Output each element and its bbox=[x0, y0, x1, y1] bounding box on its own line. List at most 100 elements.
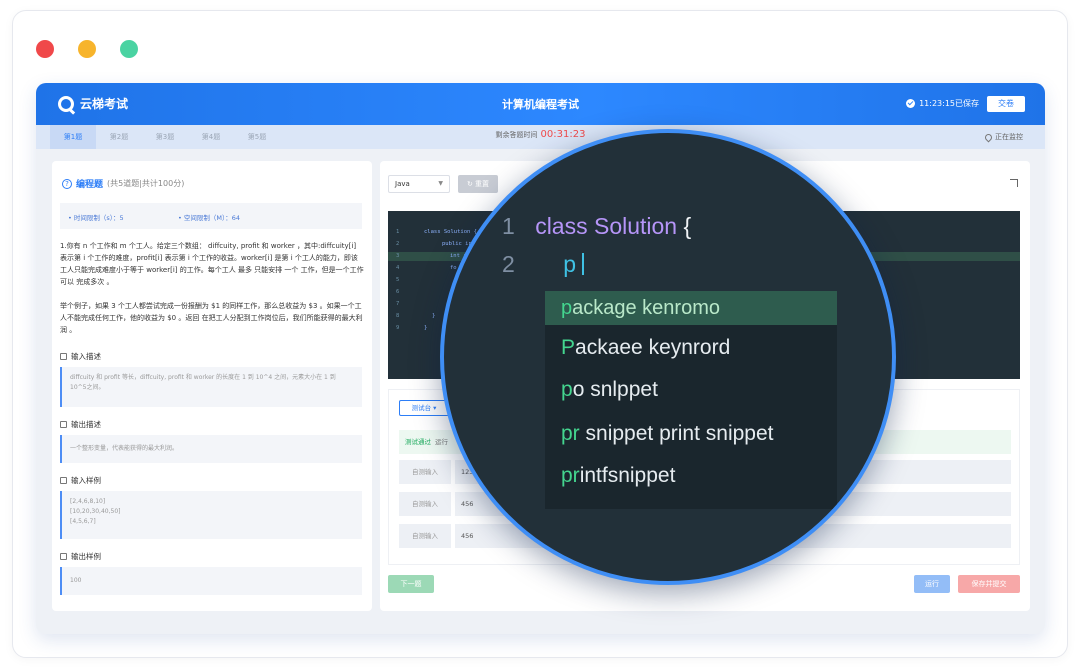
submit-exam-button[interactable]: 交卷 bbox=[987, 96, 1025, 112]
line-number: 5 bbox=[396, 277, 400, 283]
line-number: 2 bbox=[396, 241, 400, 247]
close-window-button[interactable] bbox=[36, 40, 54, 58]
text-cursor bbox=[581, 253, 584, 275]
line-number: 1 bbox=[396, 229, 400, 235]
test-input-label: 自测输入 bbox=[399, 460, 451, 484]
output-sample-title: 输出样例 bbox=[60, 551, 101, 562]
suggestion-text: snippet print snippet bbox=[579, 422, 774, 445]
monitor-status: 正在监控 bbox=[983, 132, 1023, 142]
match-text: p bbox=[561, 297, 573, 319]
input-sample-title: 输入样例 bbox=[60, 475, 101, 486]
section-title-text: 输出描述 bbox=[71, 420, 101, 429]
remaining-time: 剩余答题时间 00:31:23 bbox=[36, 129, 1045, 140]
suggestion-text: ackage kenromo bbox=[572, 297, 720, 319]
section-icon bbox=[60, 477, 67, 484]
description-paragraph: 1.你有 n 个工作和 m 个工人。给定三个数组： diffcuity, pro… bbox=[60, 242, 364, 286]
input-desc-title: 输入描述 bbox=[60, 351, 101, 362]
pass-label: 测试通过 bbox=[405, 438, 431, 446]
space-limit: • 空间限制（M）：64 bbox=[178, 214, 241, 222]
top-bar: 云梯考试 计算机编程考试 11:23:15已保存 交卷 bbox=[36, 83, 1045, 125]
autocomplete-item[interactable]: Packaee keynrord bbox=[545, 329, 837, 367]
section-title-text: 输入描述 bbox=[71, 352, 101, 361]
autocomplete-item[interactable]: printfsnippet bbox=[545, 457, 837, 495]
question-meta: (共5道题|共计100分) bbox=[107, 179, 185, 188]
brace: { bbox=[683, 213, 692, 239]
match-text: p bbox=[561, 378, 573, 401]
sample-line: [10,20,30,40,50] bbox=[70, 508, 121, 515]
time-limit: • 时间限制（s）：5 bbox=[68, 214, 124, 222]
line-number: 6 bbox=[396, 289, 400, 295]
code-line: fo bbox=[450, 265, 457, 271]
match-text: P bbox=[561, 336, 576, 359]
save-submit-button[interactable]: 保存并提交 bbox=[958, 575, 1020, 593]
maximize-window-button[interactable] bbox=[120, 40, 138, 58]
sample-line: [2,4,6,8,10] bbox=[70, 498, 106, 505]
class-name: Solution bbox=[593, 213, 678, 239]
output-desc-box: 一个整形变量，代表能获得的最大利润。 bbox=[60, 435, 362, 463]
limits-box: • 时间限制（s）：5 • 空间限制（M）：64 bbox=[60, 203, 362, 229]
code-line: class Solution { bbox=[424, 229, 477, 235]
line-number: 7 bbox=[396, 301, 400, 307]
section-icon bbox=[60, 353, 67, 360]
minimize-window-button[interactable] bbox=[78, 40, 96, 58]
typed-text: p bbox=[563, 251, 576, 277]
line-number: 3 bbox=[396, 253, 400, 259]
suggestion-text: ackaee keynrord bbox=[575, 336, 731, 359]
check-circle-icon bbox=[906, 99, 916, 108]
caret-down-icon: ▼ bbox=[438, 180, 443, 187]
exam-title: 计算机编程考试 bbox=[502, 98, 579, 111]
zoomed-code-line-2: 2 p bbox=[502, 251, 584, 278]
next-question-button[interactable]: 下一题 bbox=[388, 575, 434, 593]
section-title-text: 输出样例 bbox=[71, 552, 101, 561]
autocomplete-list: package kenromo Packaee keynrord po snlp… bbox=[545, 291, 837, 509]
section-icon bbox=[60, 421, 67, 428]
location-pin-icon bbox=[983, 132, 994, 142]
keyword: class bbox=[535, 213, 588, 239]
monitor-text: 正在监控 bbox=[995, 133, 1023, 141]
autocomplete-item[interactable]: pr snippet print snippet bbox=[545, 415, 837, 453]
window-controls bbox=[36, 40, 138, 58]
line-number: 9 bbox=[396, 325, 400, 331]
test-input-label: 自测输入 bbox=[399, 492, 451, 516]
reset-label: 重置 bbox=[475, 180, 490, 188]
test-input-label: 自测输入 bbox=[399, 524, 451, 548]
question-tab-bar: 第1题 第2题 第3题 第4题 第5题 剩余答题时间 00:31:23 正在监控 bbox=[36, 125, 1045, 149]
description-paragraph: 举个例子，如果 3 个工人都尝试完成一份报酬为 $1 的同样工作，那么总收益为 … bbox=[60, 302, 363, 334]
line-number: 8 bbox=[396, 313, 400, 319]
question-mark-icon: ? bbox=[62, 178, 72, 189]
language-value: Java bbox=[395, 180, 410, 188]
suggestion-text: o snlppet bbox=[572, 378, 658, 401]
console-tab-button[interactable]: 测试台 ▾ bbox=[399, 400, 449, 416]
input-sample-box: [2,4,6,8,10] [10,20,30,40,50] [4,5,6,7] bbox=[60, 491, 362, 539]
magnifier-overlay: 1 class Solution { 2 p package kenromo P… bbox=[440, 129, 896, 585]
autocomplete-item[interactable]: package kenromo bbox=[545, 291, 837, 325]
language-select[interactable]: Java ▼ bbox=[388, 175, 450, 193]
section-icon bbox=[60, 553, 67, 560]
pass-text: 运行 bbox=[435, 438, 448, 446]
zoomed-code-line-1: 1 class Solution { bbox=[502, 213, 691, 240]
code-line: } bbox=[424, 325, 428, 331]
sample-line: [4,5,6,7] bbox=[70, 518, 96, 525]
output-desc-title: 输出描述 bbox=[60, 419, 101, 430]
question-kind: 编程题 bbox=[76, 180, 104, 190]
section-title-text: 输入样例 bbox=[71, 476, 101, 485]
suggestion-text: intfsnippet bbox=[579, 464, 676, 487]
code-line: } bbox=[432, 313, 436, 319]
input-desc-box: diffcuity 和 profit 等长，diffcuity, profit … bbox=[60, 367, 362, 407]
line-number: 1 bbox=[502, 213, 515, 239]
expand-icon[interactable] bbox=[1010, 179, 1018, 187]
timer-value: 00:31:23 bbox=[540, 129, 586, 140]
line-number: 2 bbox=[502, 251, 515, 277]
save-status-text: 11:23:15已保存 bbox=[919, 99, 979, 108]
save-status: 11:23:15已保存 bbox=[906, 98, 979, 109]
question-description: 1.你有 n 个工作和 m 个工人。给定三个数组： diffcuity, pro… bbox=[60, 240, 364, 348]
match-text: pr bbox=[561, 422, 580, 445]
match-text: pr bbox=[561, 464, 580, 487]
run-button[interactable]: 运行 bbox=[914, 575, 950, 593]
autocomplete-item[interactable]: po snlppet bbox=[545, 371, 837, 409]
reset-button[interactable]: ↻ 重置 bbox=[458, 175, 498, 193]
question-panel: ? 编程题 (共5道题|共计100分) • 时间限制（s）：5 • 空间限制（M… bbox=[52, 161, 372, 611]
output-sample-box: 100 bbox=[60, 567, 362, 595]
question-header: ? 编程题 (共5道题|共计100分) bbox=[62, 177, 184, 190]
timer-label: 剩余答题时间 bbox=[495, 131, 538, 139]
